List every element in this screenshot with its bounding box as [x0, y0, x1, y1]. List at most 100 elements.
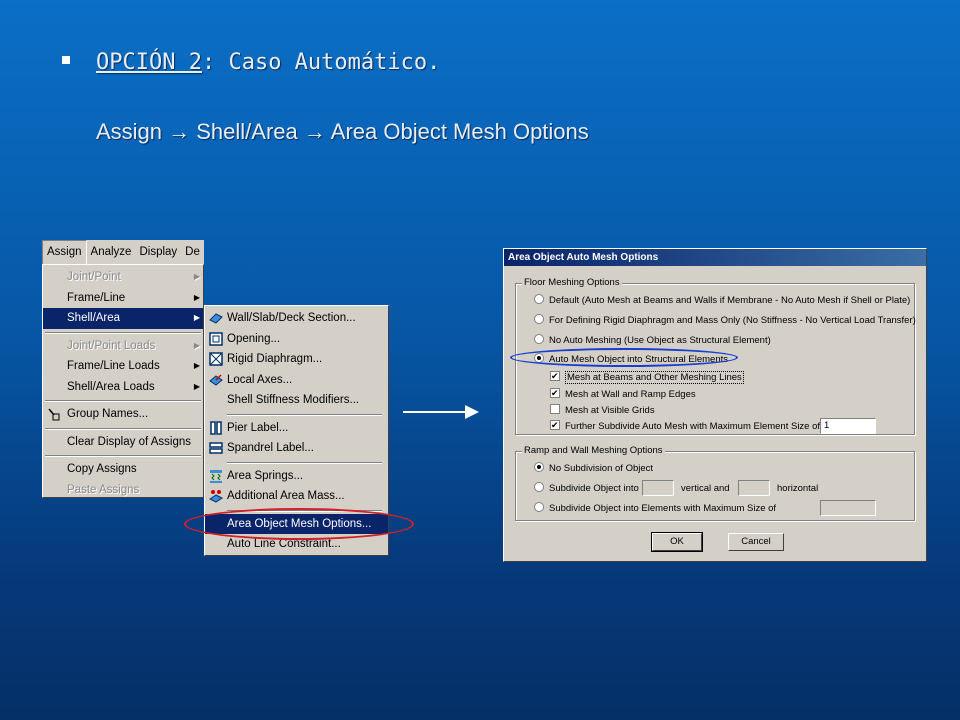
menu-item-joint-point[interactable]: Joint/Point ▶ [43, 267, 203, 288]
check-further-subdivide[interactable]: Further Subdivide Auto Mesh with Maximum… [550, 418, 821, 434]
radio-label: Subdivide Object into Elements with Maxi… [549, 503, 777, 514]
menu-item-shell-stiffness[interactable]: Shell Stiffness Modifiers... [205, 390, 388, 411]
menu-item-label: Shell/Area [67, 312, 121, 324]
menu-item-paste-assigns[interactable]: Paste Assigns [43, 480, 203, 501]
submenu-arrow-icon: ▶ [193, 340, 200, 350]
menu-item-shell-area[interactable]: Shell/Area ▶ [43, 308, 203, 329]
menu-item-label: Paste Assigns [67, 483, 140, 496]
highlight-ellipse-blue [510, 348, 738, 367]
menu-item-frame-line[interactable]: Frame/Line ▶ [43, 288, 203, 309]
menu-item-label: Area Springs... [227, 469, 304, 482]
auto-mesh-dialog: Area Object Auto Mesh Options Floor Mesh… [503, 248, 927, 562]
menu-item-group-names[interactable]: Group Names... [43, 404, 203, 425]
menu-item-label: Rigid Diaphragm... [227, 353, 323, 365]
radio-subdivide-max-size[interactable]: Subdivide Object into Elements with Maxi… [534, 502, 776, 516]
radio-rigid-diaphragm[interactable]: For Defining Rigid Diaphragm and Mass On… [534, 314, 916, 328]
radio-subdivide-into[interactable]: Subdivide Object into [534, 482, 639, 496]
diaphragm-icon [209, 352, 223, 366]
menu-item-label: Clear Display of Assigns [67, 435, 191, 448]
checkbox-label: Mesh at Wall and Ramp Edges [565, 389, 696, 400]
checkbox[interactable] [550, 369, 560, 383]
checkbox-label: Mesh at Beams and Other Meshing Lines [565, 371, 744, 384]
ok-button[interactable]: OK [651, 532, 703, 552]
menu-item-opening[interactable]: Opening... [205, 329, 388, 350]
menu-separator [43, 452, 203, 459]
radio-default[interactable]: Default (Auto Mesh at Beams and Walls if… [534, 294, 910, 308]
radio-label: For Defining Rigid Diaphragm and Mass On… [549, 315, 916, 326]
radio-button[interactable] [534, 294, 544, 304]
menu-item-label: Shell/Area Loads [67, 380, 155, 393]
vertical-count-input[interactable] [642, 480, 674, 496]
menu-item-local-axes[interactable]: Local Axes... [205, 370, 388, 391]
springs-icon [210, 469, 222, 483]
checkbox[interactable] [550, 404, 560, 414]
menu-item-label: Shell Stiffness Modifiers... [227, 394, 360, 406]
checkbox[interactable] [550, 386, 560, 400]
menu-item-additional-mass[interactable]: Additional Area Mass... [205, 486, 388, 507]
heading-underlined: OPCIÓN 2 [96, 50, 202, 75]
group-icon [48, 408, 60, 421]
menu-item-clear-display[interactable]: Clear Display of Assigns [43, 432, 203, 453]
radio-button[interactable] [534, 482, 544, 492]
radio-button[interactable] [534, 334, 544, 344]
opening-icon [209, 331, 223, 346]
menu-item-label: Local Axes... [227, 373, 293, 386]
spandrel-icon [209, 442, 223, 454]
mass-icon [209, 490, 223, 503]
axes-icon [209, 373, 223, 386]
submenu-arrow-icon: ▶ [193, 292, 200, 302]
radio-button[interactable] [534, 314, 544, 324]
assign-menu: Joint/Point ▶ Frame/Line ▶ Shell/Area ▶ Joi… [42, 264, 204, 498]
menu-item-frame-line-loads[interactable]: Frame/Line Loads ▶ [43, 356, 203, 377]
highlight-ellipse-red [184, 508, 414, 540]
menu-analyze[interactable]: Analyze [87, 241, 136, 264]
checkbox-label: Further Subdivide Auto Mesh with Maximum… [565, 421, 821, 432]
checkbox[interactable] [550, 418, 560, 432]
radio-no-subdivision[interactable]: No Subdivision of Object [534, 462, 653, 476]
menu-item-label: Pier Label... [227, 421, 289, 434]
menu-item-label: Additional Area Mass... [227, 490, 345, 502]
menu-item-area-springs[interactable]: Area Springs... [205, 466, 388, 487]
pier-icon [210, 420, 222, 435]
cancel-button[interactable]: Cancel [728, 533, 784, 551]
menu-item-label: Joint/Point Loads [67, 339, 156, 352]
radio-label: No Auto Meshing (Use Object as Structura… [549, 335, 771, 346]
menu-item-copy-assigns[interactable]: Copy Assigns [43, 459, 203, 480]
radio-button[interactable] [534, 462, 544, 472]
heading-rest: : Caso Automático. [201, 50, 441, 75]
menu-item-label: Copy Assigns [67, 463, 137, 475]
check-mesh-wall-ramp[interactable]: Mesh at Wall and Ramp Edges [550, 386, 696, 402]
menu-assign[interactable]: Assign [42, 240, 87, 264]
radio-label: No Subdivision of Object [549, 463, 654, 474]
check-mesh-beams[interactable]: Mesh at Beams and Other Meshing Lines [550, 369, 744, 385]
menu-display[interactable]: Display [135, 241, 181, 264]
menu-item-label: Frame/Line Loads [67, 360, 160, 372]
menu-item-pier-label[interactable]: Pier Label... [205, 418, 388, 439]
radio-button[interactable] [534, 502, 544, 512]
menu-item-spandrel-label[interactable]: Spandrel Label... [205, 438, 388, 459]
arrow-shaft [403, 411, 467, 413]
menu-item-joint-point-loads[interactable]: Joint/Point Loads ▶ [43, 336, 203, 357]
menu-item-rigid-diaphragm[interactable]: Rigid Diaphragm... [205, 349, 388, 370]
section-icon [209, 313, 223, 324]
menu-separator [43, 329, 203, 336]
menu-design[interactable]: De [181, 241, 204, 264]
menu-item-wall-slab-deck[interactable]: Wall/Slab/Deck Section... [205, 308, 388, 329]
ramp-max-size-input[interactable] [820, 500, 876, 516]
bullet-icon [62, 56, 70, 64]
horizontal-count-input[interactable] [738, 480, 770, 496]
group-title: Floor Meshing Options [522, 277, 622, 288]
check-mesh-grids[interactable]: Mesh at Visible Grids [550, 404, 655, 418]
max-element-size-input[interactable]: 1 [820, 418, 876, 434]
menu-item-label: Wall/Slab/Deck Section... [227, 312, 356, 324]
radio-no-auto-meshing[interactable]: No Auto Meshing (Use Object as Structura… [534, 334, 771, 348]
menu-separator [43, 397, 203, 404]
horizontal-label: horizontal [777, 483, 819, 494]
submenu-arrow-icon: ▶ [193, 313, 200, 322]
menu-item-label: Joint/Point [67, 271, 121, 283]
menu-item-label: Frame/Line [67, 291, 126, 304]
menu-separator [205, 411, 388, 418]
radio-label: Subdivide Object into [549, 483, 639, 494]
menu-bar: Assign Analyze Display De [42, 240, 204, 264]
menu-item-shell-area-loads[interactable]: Shell/Area Loads ▶ [43, 377, 203, 398]
